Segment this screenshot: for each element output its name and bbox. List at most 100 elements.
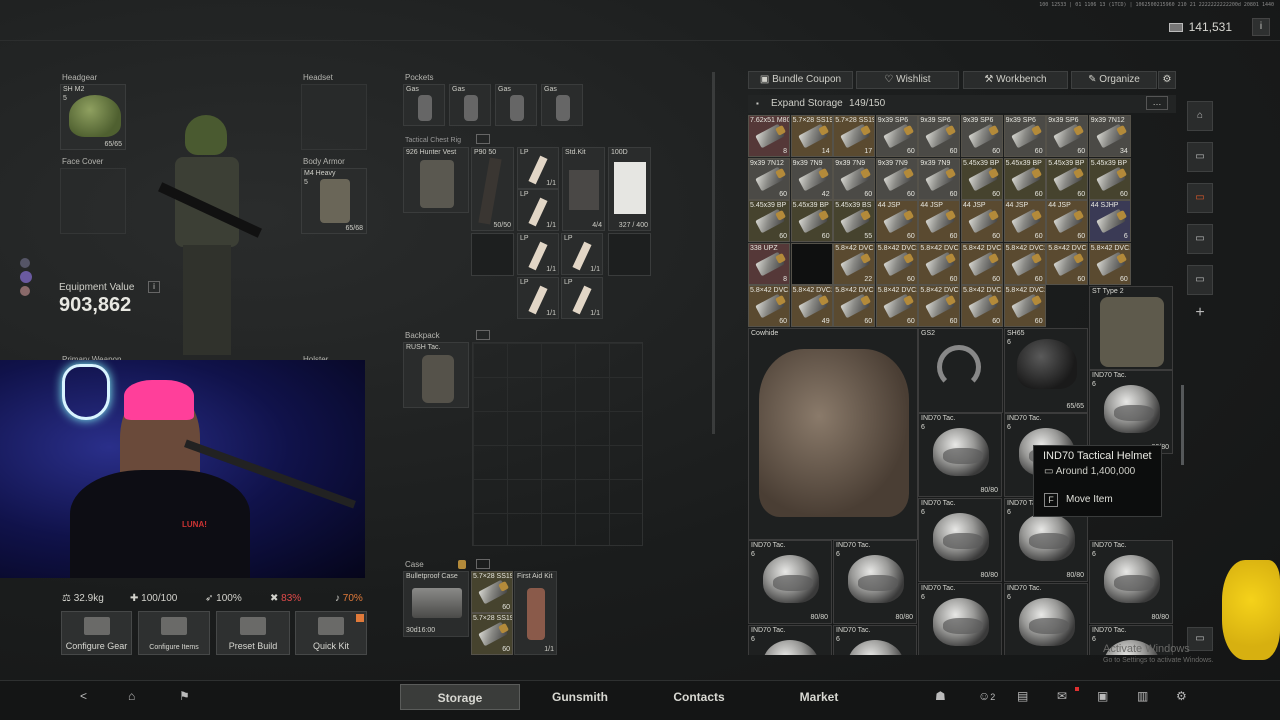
ammo-cell[interactable]: 9x39 SP6 60	[918, 115, 961, 157]
ind70-helmet-item[interactable]: IND70 Tac.680/80	[748, 625, 832, 655]
chat-icon[interactable]: ▤	[1017, 689, 1028, 703]
expand-storage-bar[interactable]: ▪ Expand Storage 149/150 …	[748, 95, 1176, 113]
side-storage-button-3[interactable]: ▭	[1187, 224, 1213, 254]
ammo-cell[interactable]: 5.8×42 DVC12 60	[833, 285, 876, 328]
p90-mag-slot[interactable]: P90 50 50/50	[471, 147, 514, 231]
add-storage-button[interactable]: +	[1187, 299, 1213, 329]
backpack-slot[interactable]: RUSH Tac.	[403, 342, 469, 408]
ammo-cell[interactable]: 9x39 7N9 60	[918, 157, 961, 200]
storage-grid[interactable]: ST Type 2 Cowhide GS2 SH65 6 65/65 7.62x51…	[748, 115, 1178, 655]
quick-kit-button[interactable]: Quick Kit	[295, 611, 367, 655]
ammo-cell[interactable]: 5.8×42 DVC12 60	[1088, 242, 1131, 285]
ammo-cell[interactable]: 9x39 SP6 60	[1046, 115, 1089, 157]
side-home-button[interactable]: ⌂	[1187, 101, 1213, 131]
wishlist-button[interactable]: ♡ Wishlist	[856, 71, 959, 89]
equipment-value-info-icon[interactable]: i	[148, 281, 160, 293]
ammo-cell[interactable]: 9x39 SP6 60	[875, 115, 918, 157]
ammo-cell[interactable]: 5.8×42 DVC12 60	[875, 242, 918, 285]
settings-gear-icon[interactable]: ⚙	[1176, 689, 1187, 703]
ind70-helmet-item[interactable]: IND70 Tac.680/80	[748, 540, 832, 624]
ammo-cell[interactable]: 44 JSP 60	[1003, 200, 1046, 243]
lp-slot-2[interactable]: LP 1/1	[517, 189, 559, 231]
lp-slot-4[interactable]: LP 1/1	[561, 233, 603, 275]
gs2-headset-item[interactable]: GS2	[918, 328, 1003, 413]
storage-more-button[interactable]: …	[1146, 96, 1168, 110]
case-ammo-1[interactable]: 5.7×28 SS190 60	[471, 571, 513, 613]
ammo-cell[interactable]: 9x39 SP6 60	[1003, 115, 1046, 157]
storage-settings-button[interactable]: ⚙	[1158, 71, 1176, 89]
empty-cell[interactable]	[790, 242, 833, 285]
configure-items-button[interactable]: Configure Items	[138, 611, 210, 655]
ammo-cell[interactable]: 5.7×28 SS190 14	[790, 115, 833, 157]
ammo-cell[interactable]: 5.8×42 DVC12 49	[790, 285, 833, 328]
configure-gear-button[interactable]: Configure Gear	[61, 611, 132, 655]
friends-icon[interactable]: ☺2	[978, 689, 995, 703]
kit100d-slot[interactable]: 100D 327 / 400	[608, 147, 651, 231]
pocket-slot-4[interactable]: Gas	[541, 84, 583, 126]
side-storage-button-4[interactable]: ▭	[1187, 265, 1213, 295]
ammo-cell[interactable]: 5.7×28 SS190 17	[833, 115, 876, 157]
headset-slot[interactable]	[301, 84, 367, 150]
ammo-cell[interactable]: 9x39 7N9 60	[833, 157, 876, 200]
ammo-cell[interactable]: 5.8×42 DVC12 22	[833, 242, 876, 285]
ammo-cell[interactable]: 44 JSP 60	[1046, 200, 1089, 243]
rig-empty-slot-1[interactable]	[471, 233, 514, 276]
first-aid-slot[interactable]: First Aid Kit 1/1	[514, 571, 557, 655]
ammo-cell[interactable]: 5.8×42 DVC12 60	[1046, 242, 1089, 285]
document-icon[interactable]: ▥	[1137, 689, 1148, 703]
storage-scrollbar[interactable]	[1181, 385, 1184, 465]
ind70-helmet-item[interactable]: IND70 Tac.680/80	[918, 413, 1002, 497]
flag-icon[interactable]: ⚑	[179, 689, 190, 703]
stdkit-slot[interactable]: Std.Kit 4/4	[562, 147, 605, 231]
tab-contacts[interactable]: Contacts	[640, 684, 758, 710]
pocket-slot-1[interactable]: Gas	[403, 84, 445, 126]
face-cover-slot[interactable]	[60, 168, 126, 234]
rig-slot[interactable]: 926 Hunter Vest	[403, 147, 469, 213]
ind70-helmet-item[interactable]: IND70 Tac.680/80	[1004, 583, 1088, 655]
ammo-cell[interactable]: 5.8×42 DVC12 60	[961, 285, 1003, 328]
ammo-cell[interactable]: 44 JSP 60	[961, 200, 1003, 243]
case-ammo-2[interactable]: 5.7×28 SS190 60	[471, 613, 513, 655]
info-button[interactable]: i	[1252, 18, 1270, 36]
lock-icon[interactable]: ▣	[1097, 689, 1108, 703]
tooltip-action[interactable]: Move Item	[1066, 494, 1113, 505]
ammo-cell[interactable]: 9x39 7N9 42	[790, 157, 833, 200]
squad-icon[interactable]: ☗	[935, 689, 946, 703]
ammo-cell[interactable]: 5.45x39 BP 60	[748, 200, 790, 243]
bundle-coupon-button[interactable]: ▣ Bundle Coupon	[748, 71, 853, 89]
case-slot[interactable]: Bulletproof Case 30d16:00	[403, 571, 469, 637]
tab-market[interactable]: Market	[760, 684, 878, 710]
ammo-cell[interactable]: 5.8×42 DVC12 60	[961, 242, 1003, 285]
rig-empty-slot-2[interactable]	[608, 233, 651, 276]
pocket-slot-2[interactable]: Gas	[449, 84, 491, 126]
preset-build-button[interactable]: Preset Build	[216, 611, 290, 655]
back-arrow-icon[interactable]: <	[80, 689, 87, 703]
tab-storage[interactable]: Storage	[400, 684, 520, 710]
ammo-cell[interactable]: 44 JSP 60	[875, 200, 918, 243]
cowhide-backpack-item[interactable]: Cowhide	[748, 328, 918, 540]
ammo-cell[interactable]: 5.45x39 BS 55	[833, 200, 876, 243]
tab-gunsmith[interactable]: Gunsmith	[521, 684, 639, 710]
st-type-2-item[interactable]: ST Type 2	[1089, 286, 1173, 370]
ammo-cell[interactable]: 5.45x39 BP 60	[961, 157, 1003, 200]
ammo-cell[interactable]: 5.45x39 BP 60	[1046, 157, 1089, 200]
pocket-slot-3[interactable]: Gas	[495, 84, 537, 126]
ammo-cell[interactable]: 7.62x51 M80 8	[748, 115, 790, 157]
ammo-cell[interactable]: 5.8×42 DVC12 60	[918, 242, 961, 285]
ammo-cell[interactable]: 338 UPZ 8	[748, 242, 790, 285]
ammo-cell[interactable]: 5.8×42 DVC12 60	[748, 285, 790, 328]
lp-slot-1[interactable]: LP 1/1	[517, 147, 559, 189]
ind70-helmet-item[interactable]: IND70 Tac.680/80	[833, 540, 917, 624]
workbench-button[interactable]: ⚒ Workbench	[963, 71, 1068, 89]
ind70-helmet-item[interactable]: IND70 Tac.680/80	[1089, 370, 1173, 454]
side-storage-button-2[interactable]: ▭	[1187, 183, 1213, 213]
gear-scrollbar[interactable]	[712, 72, 715, 434]
sh65-helmet-item[interactable]: SH65 6 65/65	[1004, 328, 1088, 413]
body-armor-slot[interactable]: M4 Heavy 5 65/68	[301, 168, 367, 234]
ammo-cell[interactable]: 9x39 7N9 60	[875, 157, 918, 200]
ammo-cell[interactable]: 9x39 7N12 34	[1088, 115, 1131, 157]
backpack-grid[interactable]	[472, 342, 643, 546]
mail-icon[interactable]: ✉	[1057, 689, 1067, 703]
lp-slot-6[interactable]: LP 1/1	[561, 277, 603, 319]
lp-slot-3[interactable]: LP 1/1	[517, 233, 559, 275]
